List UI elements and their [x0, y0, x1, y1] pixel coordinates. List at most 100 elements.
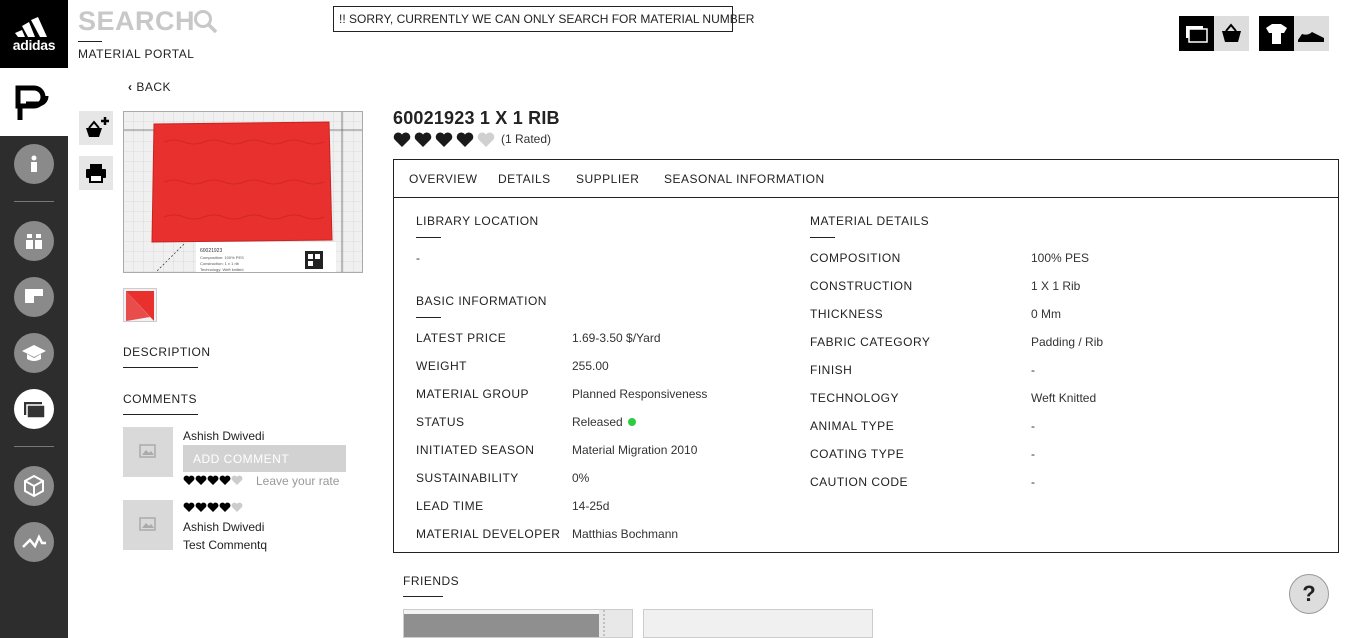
- comment-author: Ashish Dwivedi: [183, 520, 265, 534]
- cube-icon: [24, 474, 44, 498]
- sidebar-analytics-button[interactable]: [14, 522, 54, 562]
- comment-text: Test Commentq: [183, 538, 268, 552]
- latest-price-value: 1.69-3.50 $/Yard: [572, 331, 661, 345]
- comment-input[interactable]: [183, 445, 346, 472]
- tab-supplier[interactable]: SUPPLIER: [576, 172, 639, 186]
- thickness-value: 0 Mm: [1031, 307, 1061, 321]
- heart-rating-icons: [183, 475, 243, 485]
- current-user-name: Ashish Dwivedi: [183, 429, 265, 443]
- status-value: Released: [572, 415, 636, 429]
- basket-button[interactable]: [1214, 16, 1249, 51]
- material-group-value: Planned Responsiveness: [572, 387, 708, 401]
- friend-material-card[interactable]: [403, 609, 633, 638]
- sidebar: adidas: [0, 0, 68, 638]
- chevron-left-icon: ‹: [128, 80, 133, 94]
- footwear-button[interactable]: [1294, 16, 1329, 51]
- materials-view-button[interactable]: [1179, 16, 1214, 51]
- sidebar-divider: [14, 446, 54, 447]
- technology-value: Weft Knitted: [1031, 391, 1097, 405]
- add-to-basket-button[interactable]: [79, 111, 113, 145]
- basic-information-heading: BASIC INFORMATION: [416, 294, 547, 308]
- material-developer-value: Matthias Bochmann: [572, 527, 679, 541]
- status-text: Released: [572, 415, 623, 429]
- help-button[interactable]: ?: [1289, 574, 1329, 614]
- sidebar-board-button[interactable]: [14, 277, 54, 317]
- material-developer-label: MATERIAL DEVELOPER: [416, 527, 561, 541]
- latest-price-label: LATEST PRICE: [416, 331, 507, 345]
- sidebar-divider: [14, 201, 54, 202]
- finish-label: FINISH: [810, 363, 853, 377]
- tab-seasonal-information[interactable]: SEASONAL INFORMATION: [664, 172, 825, 186]
- basket-add-icon: [86, 117, 109, 137]
- composition-label: COMPOSITION: [810, 251, 901, 265]
- finish-value: -: [1031, 363, 1035, 377]
- sidebar-gifts-button[interactable]: [14, 221, 54, 261]
- thickness-label: THICKNESS: [810, 307, 884, 321]
- fabric-category-value: Padding / Rib: [1031, 335, 1104, 349]
- swatch-label-technology: Technology: Weft knitted: [200, 267, 244, 272]
- image-placeholder-icon: [139, 517, 156, 531]
- material-group-label: MATERIAL GROUP: [416, 387, 530, 401]
- material-swatches-icon: [1179, 16, 1214, 51]
- search-notice: !! SORRY, CURRENTLY WE CAN ONLY SEARCH F…: [333, 6, 754, 32]
- pd-logo-icon: [15, 85, 49, 120]
- technology-label: TECHNOLOGY: [810, 391, 900, 405]
- search-label[interactable]: SEARCH: [78, 6, 195, 37]
- coating-type-label: COATING TYPE: [810, 447, 905, 461]
- section-underline: [416, 237, 441, 238]
- fabric-category-label: FABRIC CATEGORY: [810, 335, 931, 349]
- comments-heading: COMMENTS: [123, 392, 197, 406]
- apparel-button[interactable]: [1259, 16, 1294, 51]
- tab-details[interactable]: DETAILS: [498, 172, 551, 186]
- sidebar-academy-button[interactable]: [14, 333, 54, 373]
- friends-underline: [403, 596, 443, 597]
- lead-time-label: LEAD TIME: [416, 499, 484, 513]
- sidebar-materials-button[interactable]: [14, 389, 54, 429]
- comment-rating: [183, 502, 247, 516]
- rating-count: (1 Rated): [501, 132, 552, 146]
- portal-logo[interactable]: [0, 68, 68, 136]
- material-swatch-photo: 60021923 Composition: 100% PES Construct…: [124, 112, 362, 272]
- shoe-icon: [1294, 16, 1329, 51]
- material-info-panel: OVERVIEW DETAILS SUPPLIER SEASONAL INFOR…: [393, 159, 1339, 553]
- board-icon: [25, 289, 43, 303]
- swatch-label-number: 60021923: [200, 248, 222, 254]
- tshirt-icon: [1259, 16, 1294, 51]
- tab-overview[interactable]: OVERVIEW: [409, 172, 477, 186]
- animal-type-label: ANIMAL TYPE: [810, 419, 895, 433]
- print-button[interactable]: [79, 156, 113, 190]
- animal-type-value: -: [1031, 419, 1035, 433]
- search-icon[interactable]: [193, 9, 219, 35]
- heart-rating-icons: [183, 502, 243, 512]
- adidas-wordmark: adidas: [12, 37, 56, 53]
- info-icon: [31, 155, 37, 172]
- sidebar-3d-button[interactable]: [14, 466, 54, 506]
- material-swatches-icon: [24, 402, 46, 419]
- comments-underline: [123, 414, 198, 415]
- sidebar-info-button[interactable]: [14, 144, 54, 184]
- caution-code-label: CAUTION CODE: [810, 475, 909, 489]
- heart-rating-icons: [393, 132, 495, 147]
- header-underline: [78, 41, 102, 42]
- print-icon: [86, 164, 106, 183]
- gift-icon: [26, 234, 42, 249]
- back-link[interactable]: ‹ BACK: [128, 80, 171, 94]
- description-heading[interactable]: DESCRIPTION: [123, 345, 211, 359]
- friend-material-card[interactable]: [643, 609, 873, 638]
- adidas-logo[interactable]: adidas: [0, 0, 68, 68]
- material-image[interactable]: 60021923 Composition: 100% PES Construct…: [123, 111, 363, 273]
- initiated-season-value: Material Migration 2010: [572, 443, 698, 457]
- adidas-stripes-icon: [15, 17, 47, 37]
- material-thumbnail[interactable]: [123, 288, 157, 322]
- initiated-season-label: INITIATED SEASON: [416, 443, 535, 457]
- image-placeholder-icon: [139, 444, 156, 458]
- comment-rating-input[interactable]: [183, 475, 247, 489]
- material-rating[interactable]: [393, 131, 497, 151]
- status-dot-icon: [627, 418, 636, 426]
- construction-label: CONSTRUCTION: [810, 279, 913, 293]
- avatar: [123, 427, 173, 477]
- swatch-label-construction: Construction: 1 x 1 rib: [200, 261, 240, 266]
- weight-value: 255.00: [572, 359, 609, 373]
- friend-material-image: [404, 610, 632, 637]
- composition-value: 100% PES: [1031, 251, 1090, 265]
